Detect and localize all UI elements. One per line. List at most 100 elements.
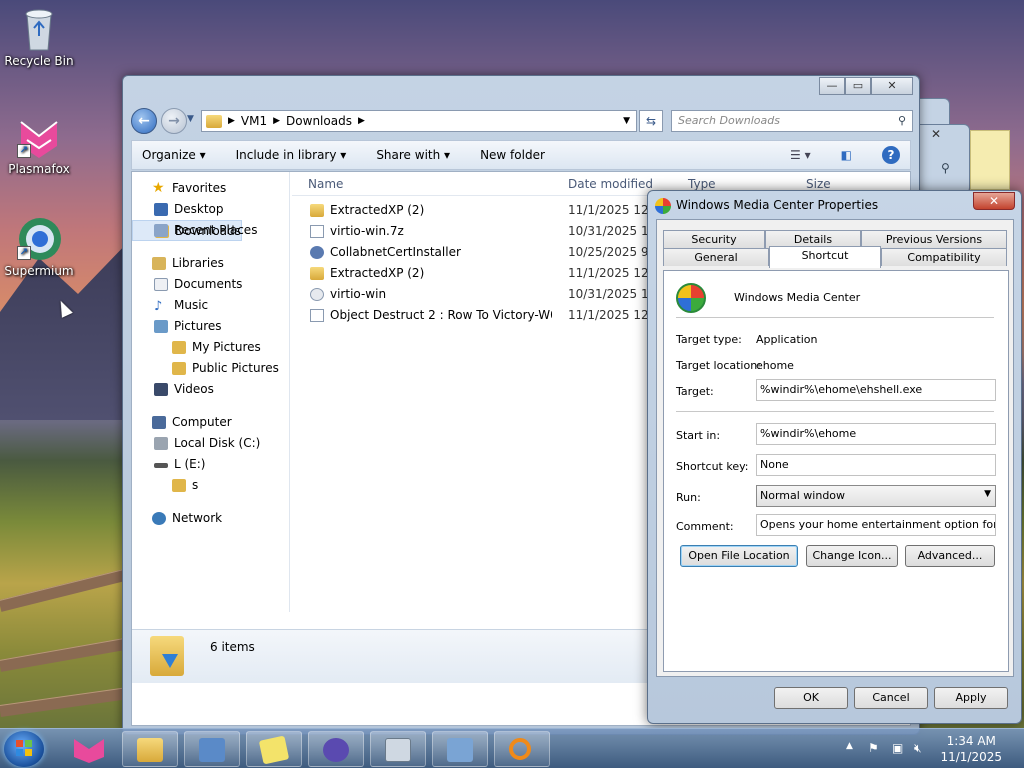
file-name: virtio-win.7z: [330, 224, 404, 238]
nav-documents[interactable]: Documents: [132, 274, 289, 295]
show-hidden-icons[interactable]: ▲: [846, 741, 853, 751]
desktop-icon-recycle-bin[interactable]: Recycle Bin: [1, 6, 77, 68]
tab-compatibility[interactable]: Compatibility: [881, 248, 1007, 266]
desktop-icon-supermium[interactable]: ↗ Supermium: [1, 216, 77, 278]
close-button[interactable]: ✕: [871, 77, 913, 95]
nav-recent-places[interactable]: Recent Places: [132, 220, 289, 241]
preview-pane-icon[interactable]: ◧: [841, 148, 852, 162]
nav-computer[interactable]: Computer: [132, 412, 289, 433]
nav-videos[interactable]: Videos: [132, 379, 289, 400]
search-icon[interactable]: ⚲: [941, 161, 950, 175]
tab-previous-versions[interactable]: Previous Versions: [861, 230, 1007, 248]
target-field[interactable]: %windir%\ehome\ehshell.exe: [756, 379, 996, 401]
address-dropdown-icon[interactable]: ▼: [623, 116, 630, 126]
start-in-field[interactable]: %windir%\ehome: [756, 423, 996, 445]
refresh-button[interactable]: ⇆: [639, 110, 663, 132]
nav-local-disk[interactable]: Local Disk (C:): [132, 433, 289, 454]
windows-media-center-icon: [655, 198, 671, 214]
volume-muted-icon[interactable]: 🔇︎: [914, 741, 922, 756]
nav-pictures[interactable]: Pictures: [132, 316, 289, 337]
nav-public-pictures[interactable]: Public Pictures: [132, 358, 289, 379]
disc-image-icon: [310, 288, 324, 301]
column-size[interactable]: Size: [790, 177, 870, 191]
back-button[interactable]: ←: [131, 108, 157, 134]
windows-logo-icon: [16, 740, 32, 756]
breadcrumb-vm1[interactable]: VM1: [241, 114, 267, 128]
nav-libraries-label: Libraries: [172, 256, 224, 270]
taskbar-search-app[interactable]: [494, 731, 550, 767]
help-icon[interactable]: ?: [882, 146, 900, 164]
taskbar-gear-app[interactable]: [308, 731, 364, 767]
nav-l-drive[interactable]: L (E:): [132, 454, 289, 475]
navigation-pane[interactable]: ★ Favorites Desktop Downloads Recent Plac…: [132, 172, 290, 612]
open-file-location-button[interactable]: Open File Location: [680, 545, 798, 567]
action-center-icon[interactable]: ⚑: [868, 741, 879, 755]
new-folder-button[interactable]: New folder: [480, 148, 545, 162]
wallpaper-fence: [0, 637, 130, 672]
organize-menu[interactable]: Organize ▾: [142, 148, 206, 162]
network-computer-icon: [447, 738, 473, 762]
desktop-icon-plasmafox[interactable]: ↗ Plasmafox: [1, 114, 77, 176]
taskbar-control-panel[interactable]: [184, 731, 240, 767]
column-type[interactable]: Type: [672, 177, 790, 191]
taskbar-network-app[interactable]: [432, 731, 488, 767]
hard-drive-icon: [154, 437, 168, 450]
music-icon: ♪: [154, 299, 163, 314]
taskbar-calculator[interactable]: [370, 731, 426, 767]
network-status-icon[interactable]: ▣: [892, 741, 903, 755]
address-bar[interactable]: ▶ VM1 ▶ Downloads ▶ ▼: [201, 110, 637, 132]
tab-shortcut[interactable]: Shortcut: [769, 246, 881, 268]
maximize-button[interactable]: ▭: [845, 77, 871, 95]
close-icon[interactable]: ✕: [931, 127, 941, 141]
include-in-library-menu[interactable]: Include in library ▾: [236, 148, 347, 162]
nav-desktop[interactable]: Desktop: [132, 199, 289, 220]
forward-button[interactable]: →: [161, 108, 187, 134]
nav-my-pictures[interactable]: My Pictures: [132, 337, 289, 358]
tab-general[interactable]: General: [663, 248, 769, 266]
share-with-menu[interactable]: Share with ▾: [376, 148, 450, 162]
clock-date: 11/1/2025: [940, 750, 1002, 764]
apply-button[interactable]: Apply: [934, 687, 1008, 709]
column-date[interactable]: Date modified: [552, 177, 672, 191]
shortcut-arrow-icon: ↗: [17, 144, 31, 158]
documents-icon: [154, 278, 168, 291]
comment-field[interactable]: Opens your home entertainment option for…: [756, 514, 996, 536]
organize-label: Organize: [142, 148, 196, 162]
nav-libraries[interactable]: Libraries: [132, 253, 289, 274]
taskbar-sticky-notes[interactable]: [246, 731, 302, 767]
advanced-button[interactable]: Advanced...: [905, 545, 995, 567]
column-name[interactable]: Name: [292, 177, 552, 191]
clock[interactable]: 1:34 AM 11/1/2025: [940, 733, 1002, 765]
dialog-body: Security Details Previous Versions Gener…: [656, 219, 1014, 677]
dialog-close-button[interactable]: ✕: [973, 192, 1015, 210]
nav-desktop-label: Desktop: [174, 202, 224, 216]
file-name: ExtractedXP (2): [330, 203, 425, 217]
nav-favorites[interactable]: ★ Favorites: [132, 178, 289, 199]
taskbar-explorer[interactable]: [122, 731, 178, 767]
view-options-icon[interactable]: ☰ ▾: [790, 148, 811, 162]
target-label: Target:: [676, 385, 714, 398]
nav-music[interactable]: ♪ Music: [132, 295, 289, 316]
change-icon-button[interactable]: Change Icon...: [806, 545, 898, 567]
taskbar-plasmafox[interactable]: [64, 733, 114, 765]
ok-button[interactable]: OK: [774, 687, 848, 709]
plasmafox-icon: ↗: [17, 114, 61, 158]
gear-icon: [323, 738, 349, 762]
start-button[interactable]: [4, 731, 44, 767]
breadcrumb-downloads[interactable]: Downloads: [286, 114, 352, 128]
properties-dialog[interactable]: Windows Media Center Properties ✕ Securi…: [647, 190, 1022, 724]
tab-security[interactable]: Security: [663, 230, 765, 248]
shortcut-key-field[interactable]: None: [756, 454, 996, 476]
recent-pages-dropdown[interactable]: ▼: [187, 114, 194, 124]
search-icon[interactable]: ⚲: [898, 114, 906, 127]
nav-s-folder[interactable]: s: [132, 475, 289, 496]
nav-videos-label: Videos: [174, 382, 214, 396]
nav-network[interactable]: Network: [132, 508, 289, 529]
target-type-label: Target type:: [676, 333, 742, 346]
target-location-value: ehome: [756, 359, 794, 372]
search-input[interactable]: Search Downloads ⚲: [671, 110, 913, 132]
cancel-button[interactable]: Cancel: [854, 687, 928, 709]
minimize-button[interactable]: —: [819, 77, 845, 95]
run-select[interactable]: Normal window ▼: [756, 485, 996, 507]
file-name: Object Destruct 2 : Row To Victory-W0D..…: [330, 308, 552, 322]
